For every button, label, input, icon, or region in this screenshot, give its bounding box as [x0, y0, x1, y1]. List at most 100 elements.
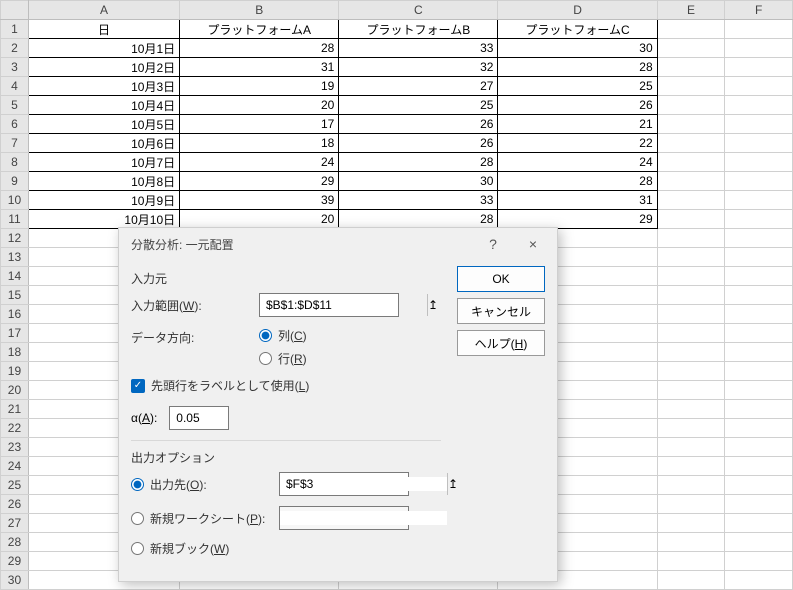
row-header[interactable]: 16 — [1, 305, 29, 324]
cell-F1[interactable] — [725, 20, 793, 39]
cell-E16[interactable] — [657, 305, 725, 324]
row-header[interactable]: 1 — [1, 20, 29, 39]
cell-C4[interactable]: 27 — [339, 77, 498, 96]
cell-F14[interactable] — [725, 267, 793, 286]
new-worksheet-radio[interactable]: 新規ワークシート(P): — [131, 510, 271, 527]
cell-A11[interactable]: 10月10日 — [28, 210, 179, 229]
cell-D11[interactable]: 29 — [498, 210, 657, 229]
row-header[interactable]: 8 — [1, 153, 29, 172]
cell-A2[interactable]: 10月1日 — [28, 39, 179, 58]
cell-E20[interactable] — [657, 381, 725, 400]
row-header[interactable]: 22 — [1, 419, 29, 438]
cell-C1[interactable]: プラットフォームB — [339, 20, 498, 39]
cell-F2[interactable] — [725, 39, 793, 58]
dialog-titlebar[interactable]: 分散分析: 一元配置 ? × — [119, 228, 557, 260]
direction-row-radio[interactable]: 行(R) — [259, 350, 307, 367]
cell-B9[interactable]: 29 — [180, 172, 339, 191]
cell-C7[interactable]: 26 — [339, 134, 498, 153]
row-header[interactable]: 12 — [1, 229, 29, 248]
output-destination-field[interactable] — [280, 477, 447, 491]
cell-F11[interactable] — [725, 210, 793, 229]
cell-F29[interactable] — [725, 552, 793, 571]
cell-E10[interactable] — [657, 191, 725, 210]
col-header-B[interactable]: B — [180, 1, 339, 20]
cell-F16[interactable] — [725, 305, 793, 324]
col-header-C[interactable]: C — [339, 1, 498, 20]
cell-E3[interactable] — [657, 58, 725, 77]
cell-E26[interactable] — [657, 495, 725, 514]
cell-C11[interactable]: 28 — [339, 210, 498, 229]
cell-E23[interactable] — [657, 438, 725, 457]
cell-F12[interactable] — [725, 229, 793, 248]
cell-F23[interactable] — [725, 438, 793, 457]
cell-F3[interactable] — [725, 58, 793, 77]
row-header[interactable]: 9 — [1, 172, 29, 191]
cell-A3[interactable]: 10月2日 — [28, 58, 179, 77]
cell-D8[interactable]: 24 — [498, 153, 657, 172]
cell-F22[interactable] — [725, 419, 793, 438]
cell-F10[interactable] — [725, 191, 793, 210]
cell-E22[interactable] — [657, 419, 725, 438]
cell-C8[interactable]: 28 — [339, 153, 498, 172]
cell-D10[interactable]: 31 — [498, 191, 657, 210]
cell-E4[interactable] — [657, 77, 725, 96]
cell-D3[interactable]: 28 — [498, 58, 657, 77]
cell-A7[interactable]: 10月6日 — [28, 134, 179, 153]
help-icon[interactable]: ? — [473, 230, 513, 258]
cell-F9[interactable] — [725, 172, 793, 191]
row-header[interactable]: 25 — [1, 476, 29, 495]
cell-A1[interactable]: 日 — [28, 20, 179, 39]
row-header[interactable]: 10 — [1, 191, 29, 210]
row-header[interactable]: 3 — [1, 58, 29, 77]
cell-F24[interactable] — [725, 457, 793, 476]
row-header[interactable]: 14 — [1, 267, 29, 286]
cell-E11[interactable] — [657, 210, 725, 229]
row-header[interactable]: 21 — [1, 400, 29, 419]
cell-E6[interactable] — [657, 115, 725, 134]
cell-C2[interactable]: 33 — [339, 39, 498, 58]
cell-E27[interactable] — [657, 514, 725, 533]
labels-first-row-checkbox[interactable]: ✓ 先頭行をラベルとして使用(L) — [131, 377, 441, 394]
cell-B11[interactable]: 20 — [180, 210, 339, 229]
new-workbook-radio[interactable]: 新規ブック(W) — [131, 540, 229, 557]
cell-D7[interactable]: 22 — [498, 134, 657, 153]
cell-D5[interactable]: 26 — [498, 96, 657, 115]
input-range-field[interactable] — [260, 298, 427, 312]
row-header[interactable]: 30 — [1, 571, 29, 590]
cell-B7[interactable]: 18 — [180, 134, 339, 153]
direction-column-radio[interactable]: 列(C) — [259, 327, 307, 344]
cell-F13[interactable] — [725, 248, 793, 267]
cell-C6[interactable]: 26 — [339, 115, 498, 134]
cell-D4[interactable]: 25 — [498, 77, 657, 96]
col-header-D[interactable]: D — [498, 1, 657, 20]
cell-E29[interactable] — [657, 552, 725, 571]
row-header[interactable]: 13 — [1, 248, 29, 267]
cell-D6[interactable]: 21 — [498, 115, 657, 134]
cell-B8[interactable]: 24 — [180, 153, 339, 172]
row-header[interactable]: 7 — [1, 134, 29, 153]
row-header[interactable]: 20 — [1, 381, 29, 400]
cell-A4[interactable]: 10月3日 — [28, 77, 179, 96]
cell-E28[interactable] — [657, 533, 725, 552]
cell-A8[interactable]: 10月7日 — [28, 153, 179, 172]
select-all-corner[interactable] — [1, 1, 29, 20]
ok-button[interactable]: OK — [457, 266, 545, 292]
col-header-F[interactable]: F — [725, 1, 793, 20]
row-header[interactable]: 27 — [1, 514, 29, 533]
cell-E18[interactable] — [657, 343, 725, 362]
cell-F20[interactable] — [725, 381, 793, 400]
row-header[interactable]: 2 — [1, 39, 29, 58]
new-worksheet-field[interactable] — [280, 511, 447, 525]
cell-F15[interactable] — [725, 286, 793, 305]
cell-E7[interactable] — [657, 134, 725, 153]
cell-E21[interactable] — [657, 400, 725, 419]
cell-E30[interactable] — [657, 571, 725, 590]
cell-B2[interactable]: 28 — [180, 39, 339, 58]
cell-E2[interactable] — [657, 39, 725, 58]
cell-B6[interactable]: 17 — [180, 115, 339, 134]
row-header[interactable]: 24 — [1, 457, 29, 476]
cell-D1[interactable]: プラットフォームC — [498, 20, 657, 39]
row-header[interactable]: 5 — [1, 96, 29, 115]
cell-A9[interactable]: 10月8日 — [28, 172, 179, 191]
cell-F19[interactable] — [725, 362, 793, 381]
